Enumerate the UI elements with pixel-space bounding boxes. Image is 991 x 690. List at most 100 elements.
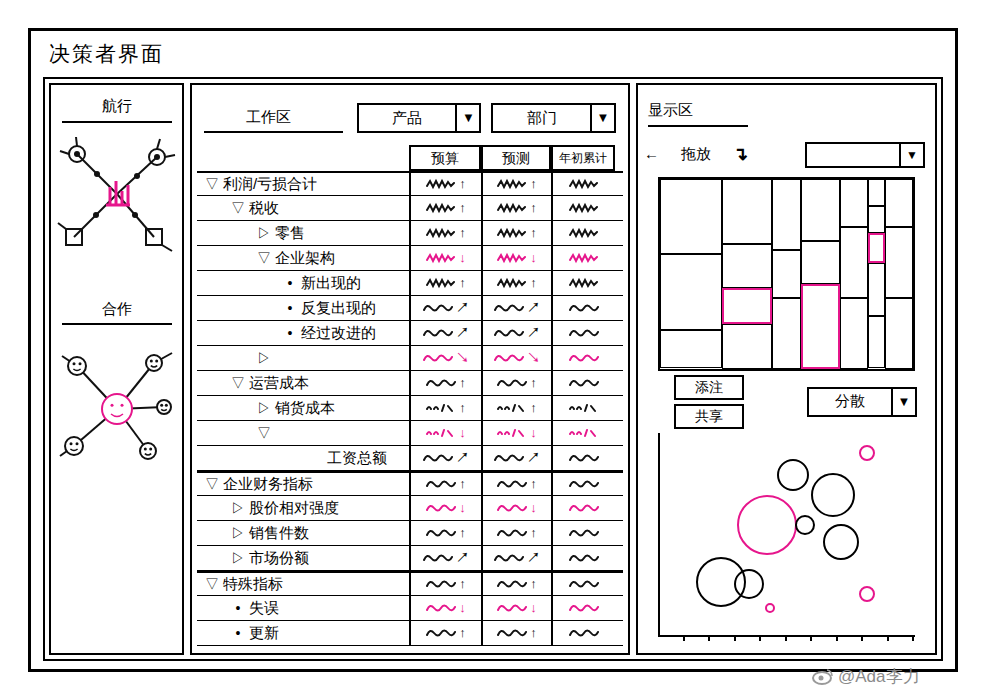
treemap-tile[interactable] xyxy=(868,316,885,369)
column-header[interactable]: 预算 xyxy=(409,145,481,171)
expand-toggle[interactable]: ▽ xyxy=(257,248,271,269)
scatter-point[interactable] xyxy=(811,473,855,517)
expand-toggle[interactable]: ▷ xyxy=(257,348,271,369)
axis-tick xyxy=(836,635,838,641)
treemap-tile[interactable] xyxy=(772,179,800,250)
table-row[interactable]: ▽↓↓ xyxy=(197,421,623,446)
value-cell: ↘ xyxy=(481,346,551,370)
view-select[interactable]: ▼ xyxy=(805,142,925,168)
table-row[interactable]: ▽企业架构↓↓ xyxy=(197,246,623,271)
treemap-tile[interactable] xyxy=(801,284,840,369)
treemap-tile[interactable] xyxy=(868,263,885,316)
table-row[interactable]: ▽运营成本↑↑ xyxy=(197,371,623,396)
axis-tick xyxy=(887,635,889,641)
scatter-point[interactable] xyxy=(765,603,775,613)
dropdown-arrow-icon[interactable]: ▼ xyxy=(590,105,614,131)
column-header[interactable]: 预测 xyxy=(481,145,551,171)
value-cell: ↓ xyxy=(481,246,551,270)
scatter-chart[interactable] xyxy=(658,433,915,637)
expand-toggle[interactable]: ▷ xyxy=(257,223,271,244)
table-row[interactable]: ▷↘↘ xyxy=(197,346,623,371)
treemap-tile[interactable] xyxy=(772,250,800,298)
treemap-tile[interactable] xyxy=(801,179,840,242)
value-squiggle-icon xyxy=(569,327,599,339)
table-row[interactable]: ▷零售↑↑ xyxy=(197,221,623,246)
scatter-point[interactable] xyxy=(734,569,764,599)
back-arrow-icon[interactable]: ← xyxy=(644,143,659,166)
dropdown-arrow-icon[interactable]: ▼ xyxy=(891,389,915,415)
column-header[interactable]: 年初累计 xyxy=(551,145,615,171)
scatter-point[interactable] xyxy=(795,515,815,535)
expand-toggle[interactable]: ▽ xyxy=(205,174,219,195)
table-row[interactable]: ▷股价相对强度↓↓ xyxy=(197,496,623,521)
row-label-cell: ▷市场份额 xyxy=(197,546,409,570)
treemap-tile[interactable] xyxy=(722,288,773,324)
treemap-tile[interactable] xyxy=(840,227,868,298)
treemap-tile[interactable] xyxy=(722,324,773,368)
expand-toggle[interactable]: ▽ xyxy=(205,474,219,495)
table-row[interactable]: ▽利润/亏损合计↑↑ xyxy=(197,171,623,196)
expand-toggle[interactable]: ▽ xyxy=(257,423,271,444)
table-row[interactable]: ▽税收↑↑ xyxy=(197,196,623,221)
value-cell: ↓ xyxy=(409,496,481,520)
chart-type-select[interactable]: 分散▼ xyxy=(807,387,917,417)
collaboration-network-icon[interactable] xyxy=(52,331,182,471)
expand-toggle[interactable]: ▷ xyxy=(231,523,245,544)
action-button[interactable]: 添注 xyxy=(674,375,744,400)
table-row[interactable]: ▷销售件数↑↑ xyxy=(197,521,623,546)
expand-toggle[interactable]: ▷ xyxy=(231,498,245,519)
dropdown-arrow-icon[interactable]: ▼ xyxy=(899,144,923,166)
expand-toggle[interactable]: • xyxy=(283,298,297,319)
treemap-tile[interactable] xyxy=(868,233,885,262)
treemap-tile[interactable] xyxy=(868,179,885,206)
navigation-map-icon[interactable] xyxy=(52,129,182,264)
treemap-tile[interactable] xyxy=(660,254,722,330)
treemap-tile[interactable] xyxy=(660,179,722,255)
table-row[interactable]: •新出现的↑↑ xyxy=(197,271,623,296)
table-row[interactable]: ▽企业财务指标↑↑ xyxy=(197,471,623,496)
treemap-tile[interactable] xyxy=(840,298,868,369)
filter-dropdown[interactable]: 部门▼ xyxy=(491,103,616,133)
value-cell xyxy=(551,371,615,395)
scatter-point[interactable] xyxy=(777,459,809,491)
treemap-tile[interactable] xyxy=(885,227,913,298)
scatter-point[interactable] xyxy=(859,445,875,461)
treemap-tile[interactable] xyxy=(885,298,913,369)
expand-toggle[interactable]: ▷ xyxy=(257,398,271,419)
value-cell: ↑ xyxy=(409,473,481,495)
filter-dropdown[interactable]: 产品▼ xyxy=(357,103,482,133)
dropdown-arrow-icon[interactable]: ▼ xyxy=(455,105,479,131)
table-row[interactable]: ▽特殊指标↑↑ xyxy=(197,571,623,596)
scatter-point[interactable] xyxy=(696,557,746,607)
treemap-tile[interactable] xyxy=(868,206,885,233)
table-row[interactable]: 工资总额↗↗ xyxy=(197,446,623,471)
expand-toggle[interactable]: • xyxy=(231,598,245,619)
value-squiggle-icon xyxy=(569,252,599,264)
workspace-title: 工作区 xyxy=(204,106,343,134)
treemap-tile[interactable] xyxy=(840,179,868,227)
expand-toggle[interactable]: • xyxy=(231,623,245,644)
treemap-tile[interactable] xyxy=(722,179,773,245)
expand-toggle[interactable]: ▽ xyxy=(231,373,245,394)
treemap-tile[interactable] xyxy=(660,330,722,369)
expand-toggle[interactable]: ▽ xyxy=(231,198,245,219)
scatter-point[interactable] xyxy=(859,586,875,602)
expand-toggle[interactable]: • xyxy=(283,273,297,294)
table-row[interactable]: •失误↓↓ xyxy=(197,596,623,621)
expand-toggle[interactable]: • xyxy=(283,323,297,344)
treemap[interactable] xyxy=(658,177,915,371)
treemap-tile[interactable] xyxy=(772,298,800,369)
table-row[interactable]: ▷销货成本↑↑ xyxy=(197,396,623,421)
table-row[interactable]: •经过改进的↗↗ xyxy=(197,321,623,346)
treemap-tile[interactable] xyxy=(801,241,840,283)
table-row[interactable]: ▷市场份额↗↗ xyxy=(197,546,623,571)
expand-toggle[interactable]: ▽ xyxy=(205,574,219,595)
treemap-tile[interactable] xyxy=(722,244,773,288)
scatter-point[interactable] xyxy=(737,495,797,555)
table-row[interactable]: •更新↑↑ xyxy=(197,621,623,646)
treemap-tile[interactable] xyxy=(885,179,913,227)
expand-toggle[interactable]: ▷ xyxy=(231,548,245,569)
scatter-point[interactable] xyxy=(823,524,859,560)
action-button[interactable]: 共享 xyxy=(674,404,744,429)
table-row[interactable]: •反复出现的↗↗ xyxy=(197,296,623,321)
